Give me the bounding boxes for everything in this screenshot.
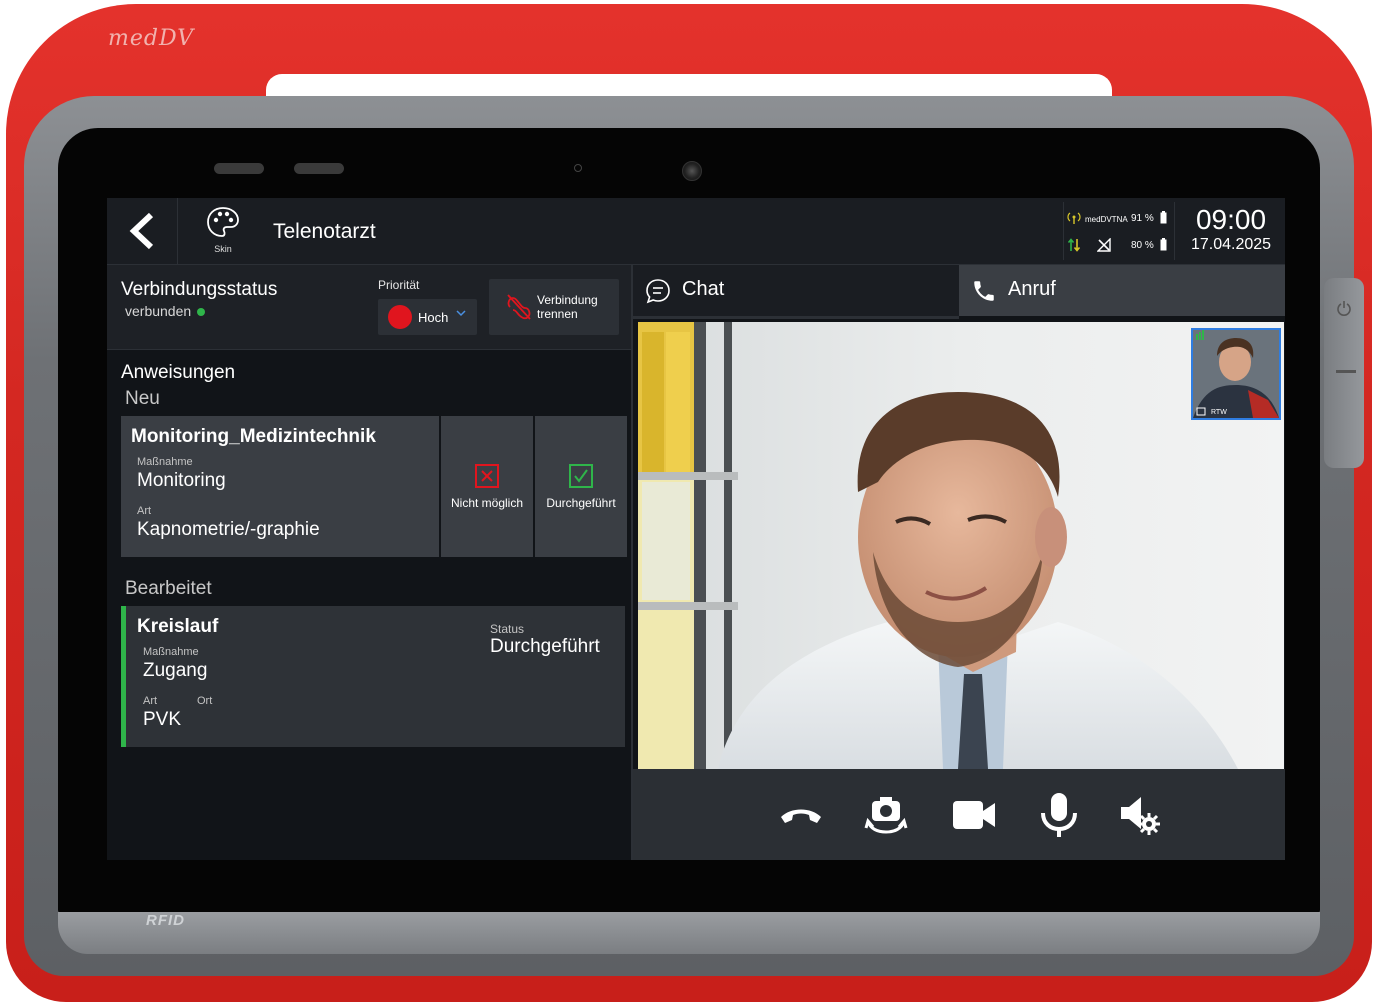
chat-bubble-icon (646, 279, 670, 304)
new-section-label: Neu (125, 388, 160, 409)
status-dot (197, 308, 206, 317)
phone-icon (974, 281, 994, 301)
type-value: Kapnometrie/-graphie (137, 519, 320, 540)
disconnect-label: Verbindung trennen (537, 293, 598, 321)
skin-button[interactable]: Skin (193, 206, 253, 260)
self-view-pip[interactable]: RTW (1191, 328, 1281, 420)
connection-status: verbunden (125, 303, 206, 319)
disconnect-icon (507, 294, 531, 320)
app-screen: Skin Telenotarzt medDVTNA 91 % 80 % 09:0… (107, 198, 1285, 860)
hangup-icon (781, 809, 821, 823)
disconnect-label-line2: trennen (537, 307, 578, 321)
microphone-button[interactable] (1035, 791, 1083, 839)
location-label: Ort (197, 695, 213, 707)
side-power-button[interactable] (1324, 278, 1364, 468)
light-sensor (574, 164, 582, 172)
self-view-image (1193, 330, 1279, 418)
page-title: Telenotarzt (273, 220, 376, 243)
skin-label: Skin (214, 244, 232, 254)
instructions-title: Anweisungen (121, 362, 236, 383)
not-possible-button[interactable]: Nicht möglich (441, 416, 533, 557)
back-chevron-icon (129, 212, 154, 250)
priority-dot (388, 305, 412, 329)
measure-label: Maßnahme (137, 456, 193, 468)
clock-date: 17.04.2025 (1190, 236, 1272, 253)
edited-section-label: Bearbeitet (125, 578, 212, 599)
power-icon (1337, 301, 1351, 316)
rfid-label: RFID (146, 912, 185, 929)
measure-value: Monitoring (137, 470, 226, 491)
speaker-slot-right (294, 163, 344, 174)
not-possible-label: Nicht möglich (450, 496, 524, 510)
hangup-button[interactable] (777, 791, 825, 839)
speaker-settings-icon (1121, 797, 1160, 835)
transfer-arrows-icon (1068, 238, 1080, 252)
video-camera-icon (953, 801, 995, 829)
check-box-icon (569, 464, 593, 488)
type-label: Art (143, 695, 158, 707)
audio-settings-button[interactable] (1117, 791, 1165, 839)
bottom-bezel-band (58, 912, 1320, 954)
speaker-slot-left (214, 163, 264, 174)
front-camera (682, 161, 702, 181)
tab-call-label: Anruf (1008, 278, 1056, 300)
antenna-icon (1067, 212, 1081, 224)
priority-select[interactable]: Hoch (378, 299, 477, 335)
network-name: medDVTNA (1085, 215, 1128, 224)
status-label: Status (490, 622, 525, 636)
tab-call[interactable]: Anruf (959, 265, 1285, 316)
switch-camera-button[interactable] (862, 791, 910, 839)
priority-value: Hoch (418, 310, 449, 325)
camera-switch-icon (864, 797, 908, 834)
battery-icon (1160, 211, 1167, 224)
done-button[interactable]: Durchgeführt (535, 416, 627, 557)
signal-percent: 91 % (1131, 213, 1154, 224)
no-signal-icon (1097, 238, 1111, 252)
connection-title: Verbindungsstatus (121, 279, 278, 300)
remote-video (638, 322, 1284, 769)
disconnect-label-line1: Verbindung (537, 293, 598, 307)
card-title: Kreislauf (137, 616, 219, 637)
x-box-icon (475, 464, 499, 488)
instruction-card-edited[interactable]: Kreislauf Maßnahme Zugang Art Ort PVK St… (121, 606, 625, 747)
connection-panel: Verbindungsstatus verbunden Priorität Ho… (107, 265, 631, 350)
type-value: PVK (143, 709, 182, 730)
skin-palette-icon (207, 207, 239, 237)
clock-time: 09:00 (1195, 204, 1267, 235)
measure-label: Maßnahme (143, 646, 199, 658)
call-controls (633, 769, 1285, 860)
type-label: Art (137, 505, 152, 517)
priority-label: Priorität (378, 278, 420, 292)
tab-chat[interactable]: Chat (633, 265, 959, 319)
clock: 09:00 17.04.2025 (1177, 204, 1285, 254)
video-toggle-button[interactable] (949, 791, 997, 839)
status-indicators: medDVTNA 91 % 80 % (1063, 202, 1175, 260)
back-button[interactable] (107, 198, 178, 264)
disconnect-button[interactable]: Verbindung trennen (489, 279, 619, 335)
instruction-card-new[interactable]: Monitoring_Medizintechnik Maßnahme Monit… (121, 416, 439, 557)
status-value: Durchgeführt (490, 636, 600, 657)
microphone-icon (1041, 793, 1077, 837)
tab-chat-label: Chat (682, 278, 725, 300)
battery-percent: 80 % (1131, 240, 1154, 251)
top-bar: Skin Telenotarzt medDVTNA 91 % 80 % 09:0… (107, 198, 1285, 265)
brand-logo: medDV (108, 26, 195, 51)
side-button-line (1336, 370, 1356, 373)
self-view-label: RTW (1211, 409, 1227, 416)
battery-icon (1160, 238, 1167, 251)
chevron-down-icon (456, 310, 466, 317)
done-label: Durchgeführt (546, 496, 616, 510)
connection-status-text: verbunden (125, 303, 192, 319)
remote-video-image (638, 322, 1284, 769)
measure-value: Zugang (143, 660, 208, 681)
card-title: Monitoring_Medizintechnik (131, 426, 376, 447)
